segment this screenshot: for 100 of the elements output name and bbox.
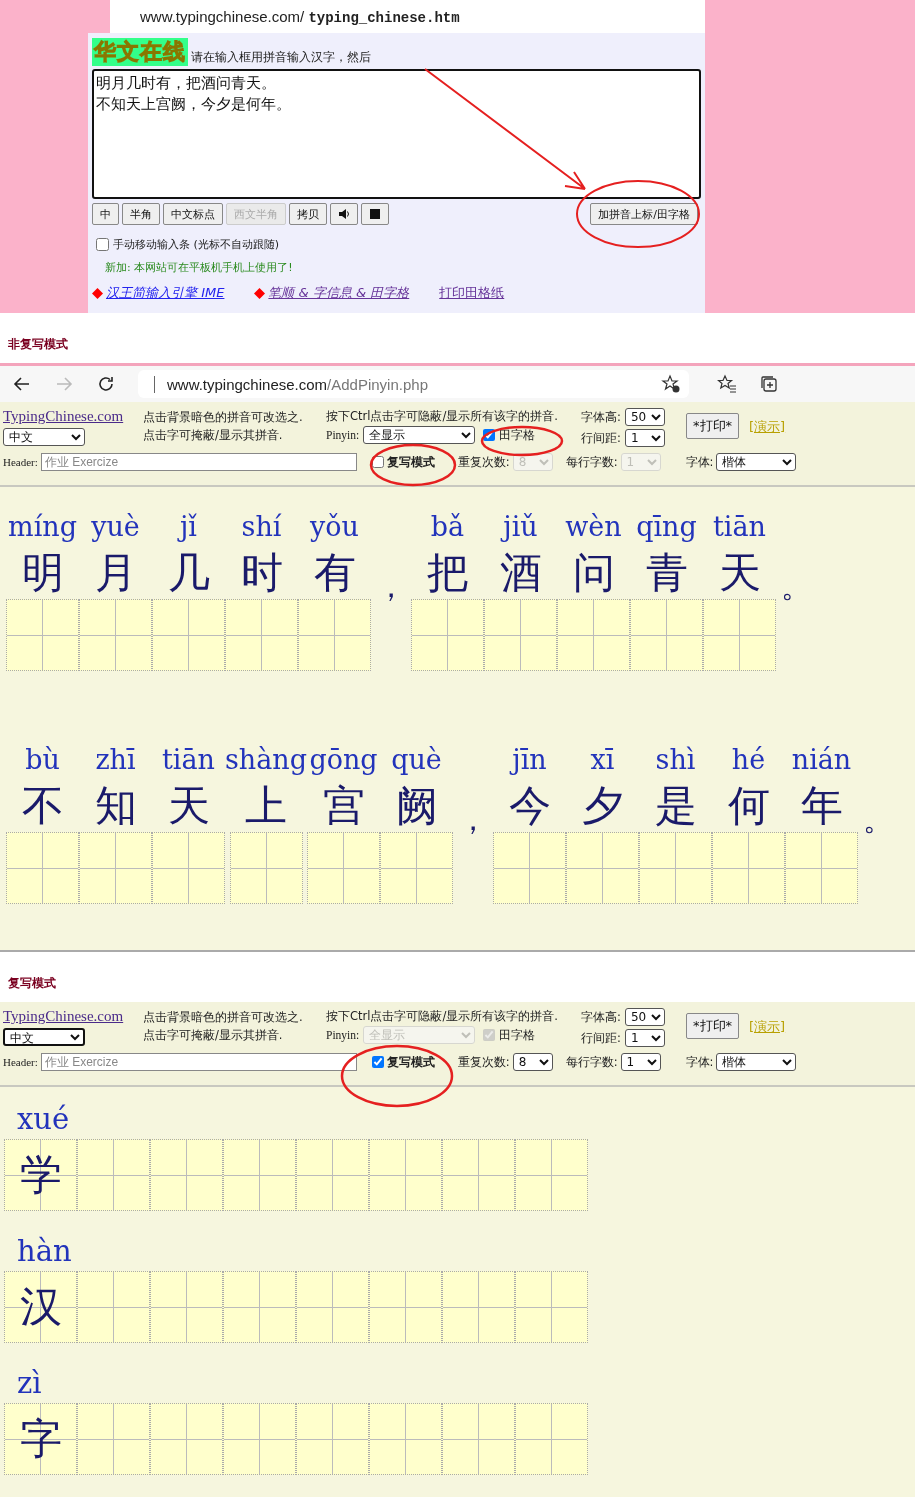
line-spacing-dropdown[interactable]: 1 [624,429,665,447]
pinyin-text[interactable]: zhī [95,740,136,780]
site-link[interactable]: TypingChinese.com [3,1008,143,1025]
font-size-dropdown[interactable]: 50 [624,1008,665,1026]
character[interactable]: 字 [19,1411,62,1467]
character[interactable]: 天 [167,780,210,832]
character[interactable]: 青 [645,547,688,599]
toolbar-button[interactable]: 拷贝 [289,203,327,225]
language-dropdown[interactable]: 中文 [3,1028,85,1046]
pinyin-text[interactable]: yuè [91,507,140,547]
pinyin-text[interactable]: xué [4,1095,915,1139]
font-dropdown[interactable]: 楷体 [716,453,797,471]
instruction-text: 请在输入框用拼音输入汉字，然后 [191,49,371,66]
character[interactable]: 问 [572,547,615,599]
pinyin-dropdown[interactable]: 全显示 [363,426,476,444]
link[interactable]: 打印田格纸 [439,284,505,302]
per-line-label: 每行字数: [565,1054,618,1070]
text-line: 明月几时有，把酒问青天。 [96,73,277,94]
character[interactable]: 阙 [395,780,438,832]
line-spacing-dropdown[interactable]: 1 [624,1029,665,1047]
character[interactable]: 月 [94,547,137,599]
character[interactable]: 明 [21,547,64,599]
pinyin-text[interactable]: míng [8,507,77,547]
checkbox-label: 田字格 [499,427,536,443]
character[interactable]: 上 [245,780,287,832]
character[interactable]: 今 [508,780,551,832]
character[interactable]: 学 [19,1147,62,1203]
punctuation: 。 [863,801,893,839]
line-spacing-label: 行间距: [581,430,621,446]
character[interactable]: 知 [94,780,137,832]
pinyin-text[interactable]: shàng [225,740,307,780]
hint-text: 按下Ctrl点击字可隐蔽/显示所有该字的拼音. [326,409,559,424]
logo: 华文在线 [92,38,188,66]
repeat-label: 重复次数: [457,454,510,470]
language-dropdown[interactable]: 中文 [3,428,85,446]
pinyin-text[interactable]: nián [791,740,852,780]
repeat-dropdown[interactable]: 8 [512,1053,553,1071]
pinyin-text[interactable]: hàn [4,1227,915,1271]
line-spacing-label: 行间距: [581,1030,621,1046]
character[interactable]: 夕 [581,780,624,832]
print-button[interactable]: *打印* [686,1013,739,1039]
character[interactable]: 宫 [322,780,365,832]
toolbar-button[interactable]: 中 [92,203,119,225]
hint-text: 点击背景暗色的拼音可改选之. [143,1009,304,1026]
pinyin-text[interactable]: hé [731,740,766,780]
character[interactable]: 几 [167,547,210,599]
pinyin-text[interactable]: bǎ [430,507,465,547]
font-size-label: 字体高: [581,1009,621,1025]
pinyin-text[interactable]: tiān [162,740,215,780]
header-field[interactable]: 作业 Exercize [40,1053,357,1071]
checkbox-label: 田字格 [499,1027,536,1043]
add-pinyin-button[interactable]: 加拼音上标/田字格 [590,203,698,225]
header-label: Header: [3,456,38,468]
per-line-dropdown[interactable]: 1 [620,1053,661,1071]
pinyin-text[interactable]: tiān [713,507,766,547]
pinyin-text[interactable]: bù [25,740,60,780]
text-area[interactable]: 明月几时有，把酒问青天。 不知天上宫阙，今夕是何年。 [92,69,701,199]
character[interactable]: 有 [313,547,356,599]
address-text: www.typingchinese.com/ typing_chinese.htm [110,0,705,33]
punctuation: ， [458,801,488,839]
address-field[interactable]: www.typingchinese.com/AddPinyin.php [138,370,689,398]
character[interactable]: 时 [240,547,283,599]
pinyin-text[interactable]: gōng [309,740,378,780]
repeat-label: 重复次数: [457,1054,510,1070]
pinyin-text[interactable]: shí [241,507,282,547]
font-size-label: 字体高: [581,409,621,425]
link[interactable]: 笔顺 & 字信息 & 田字格 [268,284,410,302]
checkbox-label: 复写模式 [386,453,435,471]
character[interactable]: 汉 [19,1279,62,1335]
character[interactable]: 不 [21,780,64,832]
font-label: 字体: [685,1054,714,1070]
print-button[interactable]: *打印* [686,413,739,439]
pinyin-text[interactable]: zì [4,1359,915,1403]
character[interactable]: 年 [800,780,843,832]
font-label: 字体: [685,454,714,470]
toolbar-button[interactable]: 半角 [122,203,160,225]
checkbox-label: 手动移动输入条 (光标不自动跟随) [113,237,280,252]
character[interactable]: 何 [727,780,770,832]
font-size-dropdown[interactable]: 50 [624,408,665,426]
character[interactable]: 天 [718,547,761,599]
character[interactable]: 是 [654,780,697,832]
pinyin-text[interactable]: què [391,740,442,780]
font-dropdown[interactable]: 楷体 [716,1053,797,1071]
site-link[interactable]: TypingChinese.com [3,408,143,425]
link[interactable]: 汉王简输入引擎 IME [106,284,225,302]
hint-text: 点击字可掩蔽/显示其拼音. [143,427,284,444]
character[interactable]: 酒 [499,547,542,599]
pinyin-text[interactable]: shì [655,740,696,780]
pinyin-text[interactable]: yǒu [310,507,359,547]
toolbar-button[interactable]: 中文标点 [163,203,223,225]
checkbox-label: 复写模式 [386,1053,435,1071]
header-field[interactable]: 作业 Exercize [40,453,357,471]
pinyin-text[interactable]: wèn [565,507,622,547]
pinyin-text[interactable]: xī [590,740,615,780]
punctuation: 。 [781,568,811,606]
per-line-label: 每行字数: [565,454,618,470]
hint-text: 点击背景暗色的拼音可改选之. [143,409,304,426]
text-line: 不知天上宫阙，今夕是何年。 [96,94,292,115]
character[interactable]: 把 [426,547,469,599]
pinyin-text[interactable]: qīng [636,507,697,547]
